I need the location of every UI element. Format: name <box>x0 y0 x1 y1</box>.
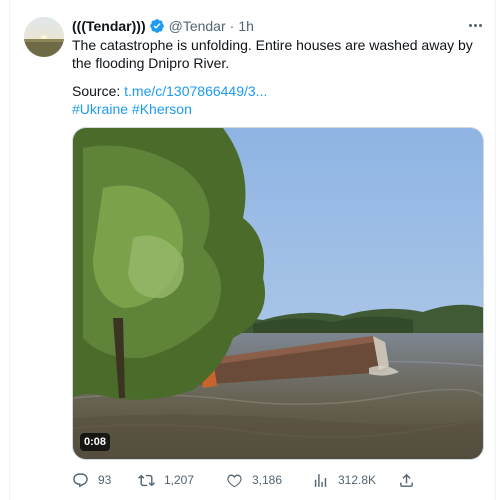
retweet-count: 1,207 <box>164 473 195 487</box>
author-display-name[interactable]: (((Tendar))) <box>72 18 146 34</box>
views-chart-icon <box>312 472 329 489</box>
more-horizontal-icon[interactable] <box>466 18 484 32</box>
author-handle[interactable]: @Tendar <box>169 18 226 34</box>
retweet-icon <box>138 472 155 489</box>
video-duration-badge: 0:08 <box>80 433 111 451</box>
source-link[interactable]: t.me/c/1307866449/3... <box>124 83 267 99</box>
tweet-timestamp[interactable]: 1h <box>238 18 254 34</box>
video-frame <box>73 128 483 459</box>
hashtag-ukraine[interactable]: #Ukraine <box>72 101 128 117</box>
like-count: 3,186 <box>252 473 283 487</box>
hashtag-kherson[interactable]: #Kherson <box>132 101 192 117</box>
tweet-body-text: The catastrophe is unfolding. Entire hou… <box>72 37 473 71</box>
tweet-header: (((Tendar))) @Tendar · 1h <box>72 17 254 35</box>
verified-badge-icon <box>149 18 165 34</box>
tweet-text: The catastrophe is unfolding. Entire hou… <box>72 36 484 72</box>
like-button[interactable]: 3,186 <box>226 471 282 489</box>
source-label: Source: <box>72 83 121 99</box>
separator-dot: · <box>229 18 235 34</box>
views-button[interactable]: 312.8K <box>312 471 376 489</box>
timeline-border-left <box>9 0 10 500</box>
reply-icon <box>72 472 89 489</box>
tweet-actions: 93 1,207 3,186 312.8K <box>72 471 490 489</box>
reply-button[interactable]: 93 <box>72 471 111 489</box>
video-player[interactable] <box>72 127 484 460</box>
heart-icon <box>226 472 243 489</box>
share-icon <box>398 472 415 489</box>
views-count: 312.8K <box>338 473 377 487</box>
retweet-button[interactable]: 1,207 <box>138 471 194 489</box>
reply-count: 93 <box>98 473 112 487</box>
share-button[interactable] <box>398 471 415 489</box>
hashtags: #Ukraine #Kherson <box>72 100 192 118</box>
avatar[interactable] <box>24 17 64 57</box>
timeline-border-right <box>495 0 496 500</box>
source-line: Source: t.me/c/1307866449/3... <box>72 82 267 100</box>
